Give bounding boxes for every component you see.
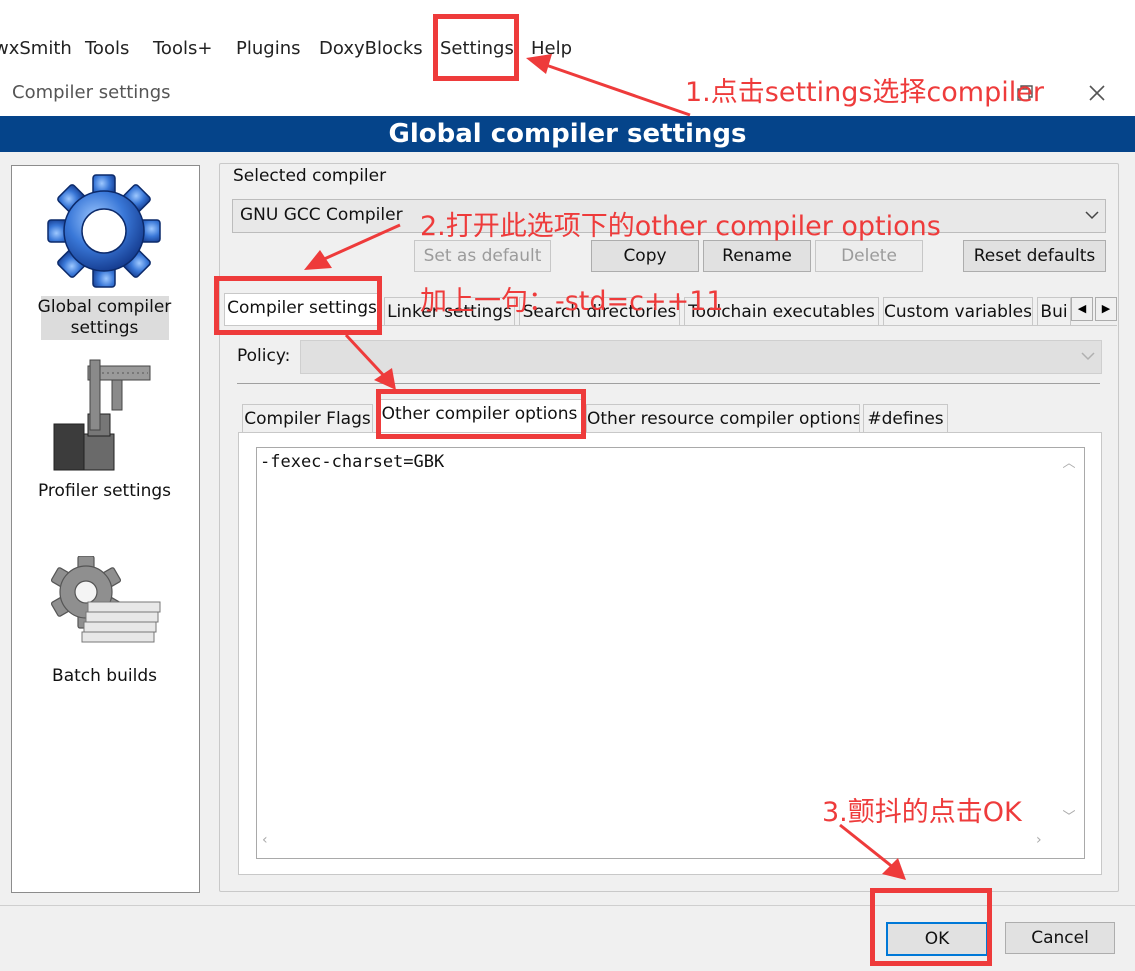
arrow-step3 bbox=[839, 823, 895, 870]
arrow-step2b bbox=[344, 333, 388, 380]
annotation-step2b: 加上一句：-std=c++11 bbox=[420, 286, 724, 317]
annotation-step1: 1.点击settings选择compiler bbox=[685, 77, 1044, 108]
arrow-step1 bbox=[542, 62, 691, 117]
annotation-step3: 3.颤抖的点击OK bbox=[822, 797, 1022, 828]
annotation-step2: 2.打开此选项下的other compiler options bbox=[420, 211, 941, 242]
arrow-step2 bbox=[321, 223, 401, 262]
